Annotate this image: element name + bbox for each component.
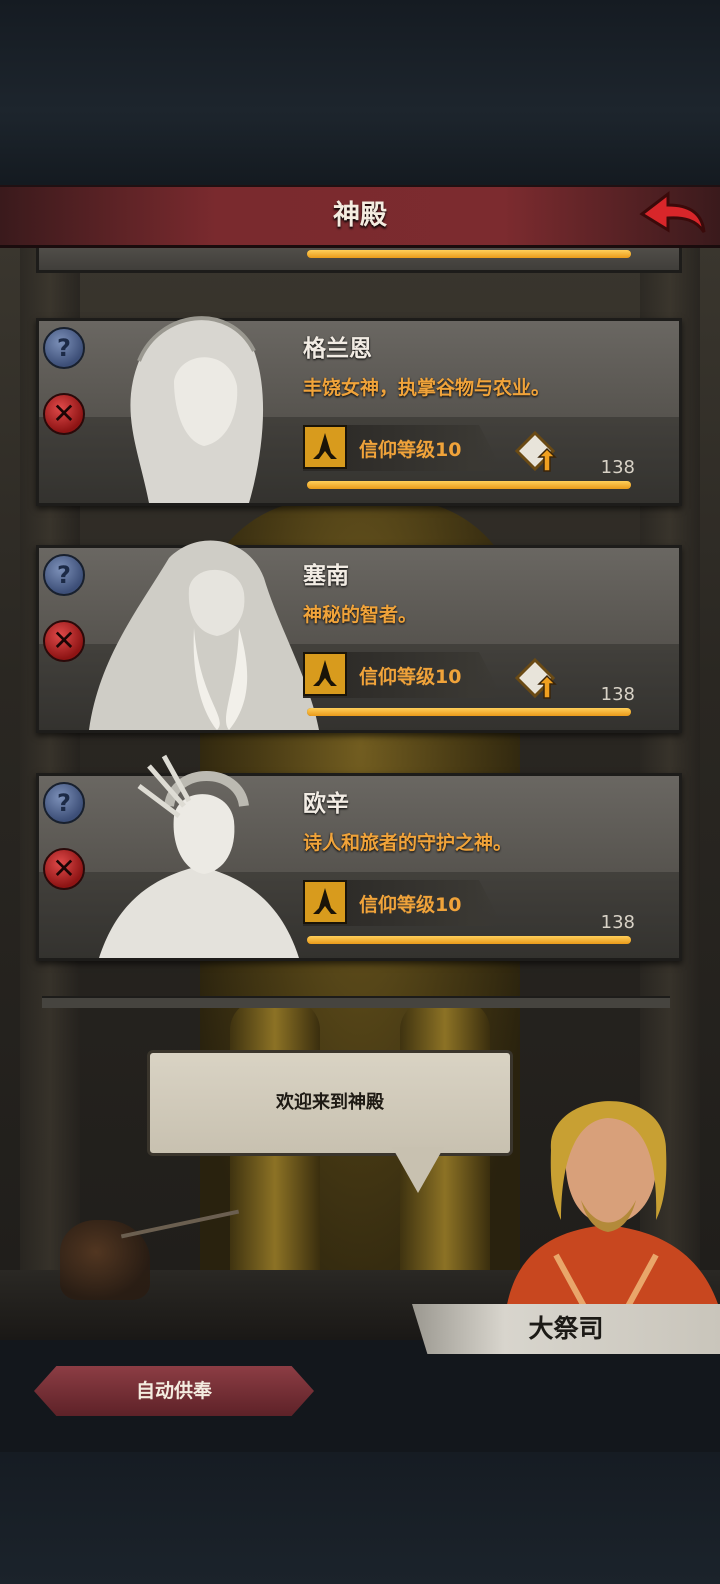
remove-button[interactable]: ✕ [43,620,85,662]
offering-count: 138 [600,684,635,705]
god-card-partial [42,996,670,1008]
upgrade-icon[interactable] [513,430,557,475]
question-mark-icon: ? [57,561,71,589]
back-button[interactable] [638,188,708,238]
title-bar: 神殿 [0,185,720,248]
upgrade-icon[interactable] [513,657,557,702]
help-button[interactable]: ? [43,327,85,369]
page-title: 神殿 [333,200,387,231]
close-icon: ✕ [52,852,76,885]
progress-bar [307,250,631,258]
auto-offer-button[interactable]: 自动供奉 [34,1366,314,1416]
top-dark-area [0,0,720,185]
god-name: 塞南 [303,563,349,589]
praying-hands-icon [303,880,347,924]
faith-level-label: 信仰等级10 [359,666,462,688]
dialog-message: 欢迎来到神殿 [276,1092,384,1113]
speech-bubble-tail [392,1147,444,1193]
progress-bar [307,708,631,716]
help-button[interactable]: ? [43,782,85,824]
faith-level-label: 信仰等级10 [359,439,462,461]
praying-hands-icon [303,425,347,469]
god-card: ? ✕ 欧辛 诗人和旅者的守护之神。 信仰等级10 138 [36,754,682,961]
god-card: ? ✕ 格兰恩 丰饶女神，执掌谷物与农业。 信仰等级10 138 [36,316,682,506]
high-priest-portrait [496,1080,720,1310]
close-icon: ✕ [52,624,76,657]
question-mark-icon: ? [57,334,71,362]
help-button[interactable]: ? [43,554,85,596]
remove-button[interactable]: ✕ [43,393,85,435]
remove-button[interactable]: ✕ [43,848,85,890]
god-card: ? ✕ 塞南 神秘的智者。 信仰等级10 138 [36,540,682,733]
faith-level-label: 信仰等级10 [359,894,462,916]
god-description: 丰饶女神，执掌谷物与农业。 [303,377,551,399]
praying-hands-icon [303,652,347,696]
speaker-name: 大祭司 [528,1314,604,1343]
god-portrait [79,746,319,958]
close-icon: ✕ [52,397,76,430]
god-portrait [79,291,319,503]
question-mark-icon: ? [57,789,71,817]
bottom-dark-area [0,1452,720,1584]
speech-bubble: 欢迎来到神殿 [147,1050,513,1156]
god-description: 神秘的智者。 [303,604,418,626]
god-description: 诗人和旅者的守护之神。 [303,832,513,854]
game-screen: 神殿 ? ✕ 格兰恩 丰饶女神，执掌谷物与农业。 信仰等级10 138 ? ✕ … [0,0,720,1584]
auto-offer-label: 自动供奉 [135,1380,212,1402]
progress-bar [307,481,631,489]
offering-count: 138 [600,457,635,478]
god-name: 格兰恩 [303,336,372,362]
offering-count: 138 [600,912,635,933]
progress-bar [307,936,631,944]
god-name: 欧辛 [303,791,349,817]
back-arrow-icon [639,190,706,233]
god-portrait [79,518,319,730]
